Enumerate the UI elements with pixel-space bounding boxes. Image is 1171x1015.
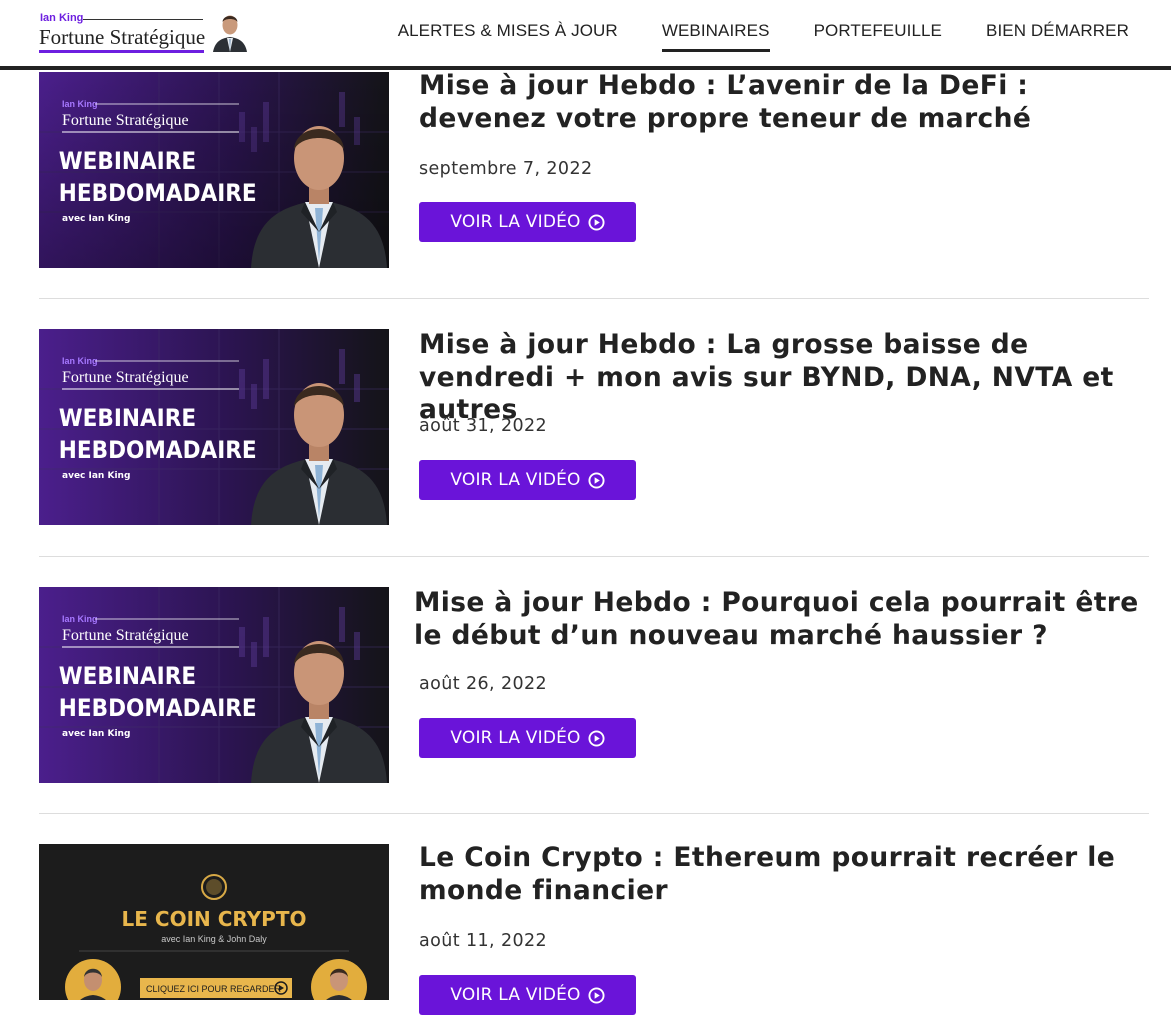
- thumb-crypto-title: LE COIN CRYPTO: [122, 907, 307, 931]
- watch-video-button[interactable]: VOIR LA VIDÉO: [419, 460, 636, 500]
- thumb-author-name: Ian King: [62, 356, 98, 366]
- logo-rule: [83, 19, 203, 20]
- thumb-title-line2: HEBDOMADAIRE: [59, 437, 257, 464]
- thumb-crypto-cta: CLIQUEZ ICI POUR REGARDER: [146, 984, 282, 994]
- post-thumbnail[interactable]: Ian King Fortune Stratégique WEBINAIRE H…: [39, 329, 389, 525]
- post-date: août 31, 2022: [419, 416, 548, 436]
- post-title[interactable]: Mise à jour Hebdo : L’avenir de la DeFi …: [419, 70, 1139, 135]
- nav-item-webinaires[interactable]: WEBINAIRES: [661, 21, 770, 52]
- post-divider: [39, 298, 1149, 299]
- post-item: Ian King Fortune Stratégique WEBINAIRE H…: [39, 587, 1149, 787]
- post-thumbnail[interactable]: Ian King Fortune Stratégique WEBINAIRE H…: [39, 587, 389, 783]
- thumb-title-line2: HEBDOMADAIRE: [59, 180, 257, 207]
- play-circle-icon: [588, 471, 605, 489]
- post-date: août 11, 2022: [419, 931, 548, 951]
- thumb-byline: avec Ian King: [62, 729, 130, 739]
- nav-item-alertes[interactable]: ALERTES & MISES À JOUR: [398, 21, 618, 41]
- post-title[interactable]: Mise à jour Hebdo : Pourquoi cela pourra…: [414, 587, 1144, 652]
- nav-item-portefeuille[interactable]: PORTEFEUILLE: [814, 21, 942, 41]
- play-circle-icon: [588, 213, 605, 231]
- post-divider: [39, 813, 1149, 814]
- post-divider: [39, 556, 1149, 557]
- thumb-title-line1: WEBINAIRE: [59, 663, 196, 690]
- play-circle-icon: [588, 986, 605, 1004]
- logo-brand-name: Fortune Stratégique: [39, 25, 206, 49]
- post-date: août 26, 2022: [419, 674, 548, 694]
- thumb-brand: Fortune Stratégique: [62, 369, 189, 386]
- thumb-title-line2: HEBDOMADAIRE: [59, 695, 257, 722]
- watch-video-button[interactable]: VOIR LA VIDÉO: [419, 202, 636, 242]
- thumb-brand: Fortune Stratégique: [62, 627, 189, 644]
- post-item: LE COIN CRYPTO avec Ian King & John Daly…: [39, 842, 1149, 1015]
- nav-item-bien-demarrer[interactable]: BIEN DÉMARRER: [986, 21, 1129, 41]
- thumb-title-line1: WEBINAIRE: [59, 148, 196, 175]
- post-thumbnail[interactable]: LE COIN CRYPTO avec Ian King & John Daly…: [39, 844, 389, 1000]
- logo-underline: [39, 50, 204, 53]
- site-header: Ian King Fortune Stratégique ALERTES & M…: [0, 0, 1171, 70]
- post-title[interactable]: Le Coin Crypto : Ethereum pourrait recré…: [419, 842, 1139, 907]
- thumb-author-name: Ian King: [62, 99, 98, 109]
- logo-portrait-icon: [213, 15, 247, 52]
- watch-video-label: VOIR LA VIDÉO: [450, 985, 581, 1005]
- watch-video-button[interactable]: VOIR LA VIDÉO: [419, 975, 636, 1015]
- post-thumbnail[interactable]: Ian King Fortune Stratégique WEBINAIRE H…: [39, 72, 389, 268]
- thumb-brand: Fortune Stratégique: [62, 112, 189, 129]
- post-item: Ian King Fortune Stratégique WEBINAIRE H…: [39, 70, 1149, 272]
- logo-author-name: Ian King: [40, 12, 84, 24]
- post-title[interactable]: Mise à jour Hebdo : La grosse baisse de …: [419, 329, 1139, 427]
- play-circle-icon: [588, 729, 605, 747]
- post-date: septembre 7, 2022: [419, 159, 593, 179]
- thumb-title-line1: WEBINAIRE: [59, 405, 196, 432]
- main-nav: ALERTES & MISES À JOUR WEBINAIRES PORTEF…: [398, 0, 1129, 62]
- watch-video-button[interactable]: VOIR LA VIDÉO: [419, 718, 636, 758]
- thumb-byline: avec Ian King: [62, 214, 130, 224]
- watch-video-label: VOIR LA VIDÉO: [450, 728, 581, 748]
- thumb-author-name: Ian King: [62, 614, 98, 624]
- thumb-byline: avec Ian King: [62, 471, 130, 481]
- post-item: Ian King Fortune Stratégique WEBINAIRE H…: [39, 329, 1149, 529]
- thumb-crypto-byline: avec Ian King & John Daly: [161, 934, 267, 944]
- watch-video-label: VOIR LA VIDÉO: [450, 470, 581, 490]
- site-logo[interactable]: Ian King Fortune Stratégique: [39, 10, 254, 54]
- watch-video-label: VOIR LA VIDÉO: [450, 212, 581, 232]
